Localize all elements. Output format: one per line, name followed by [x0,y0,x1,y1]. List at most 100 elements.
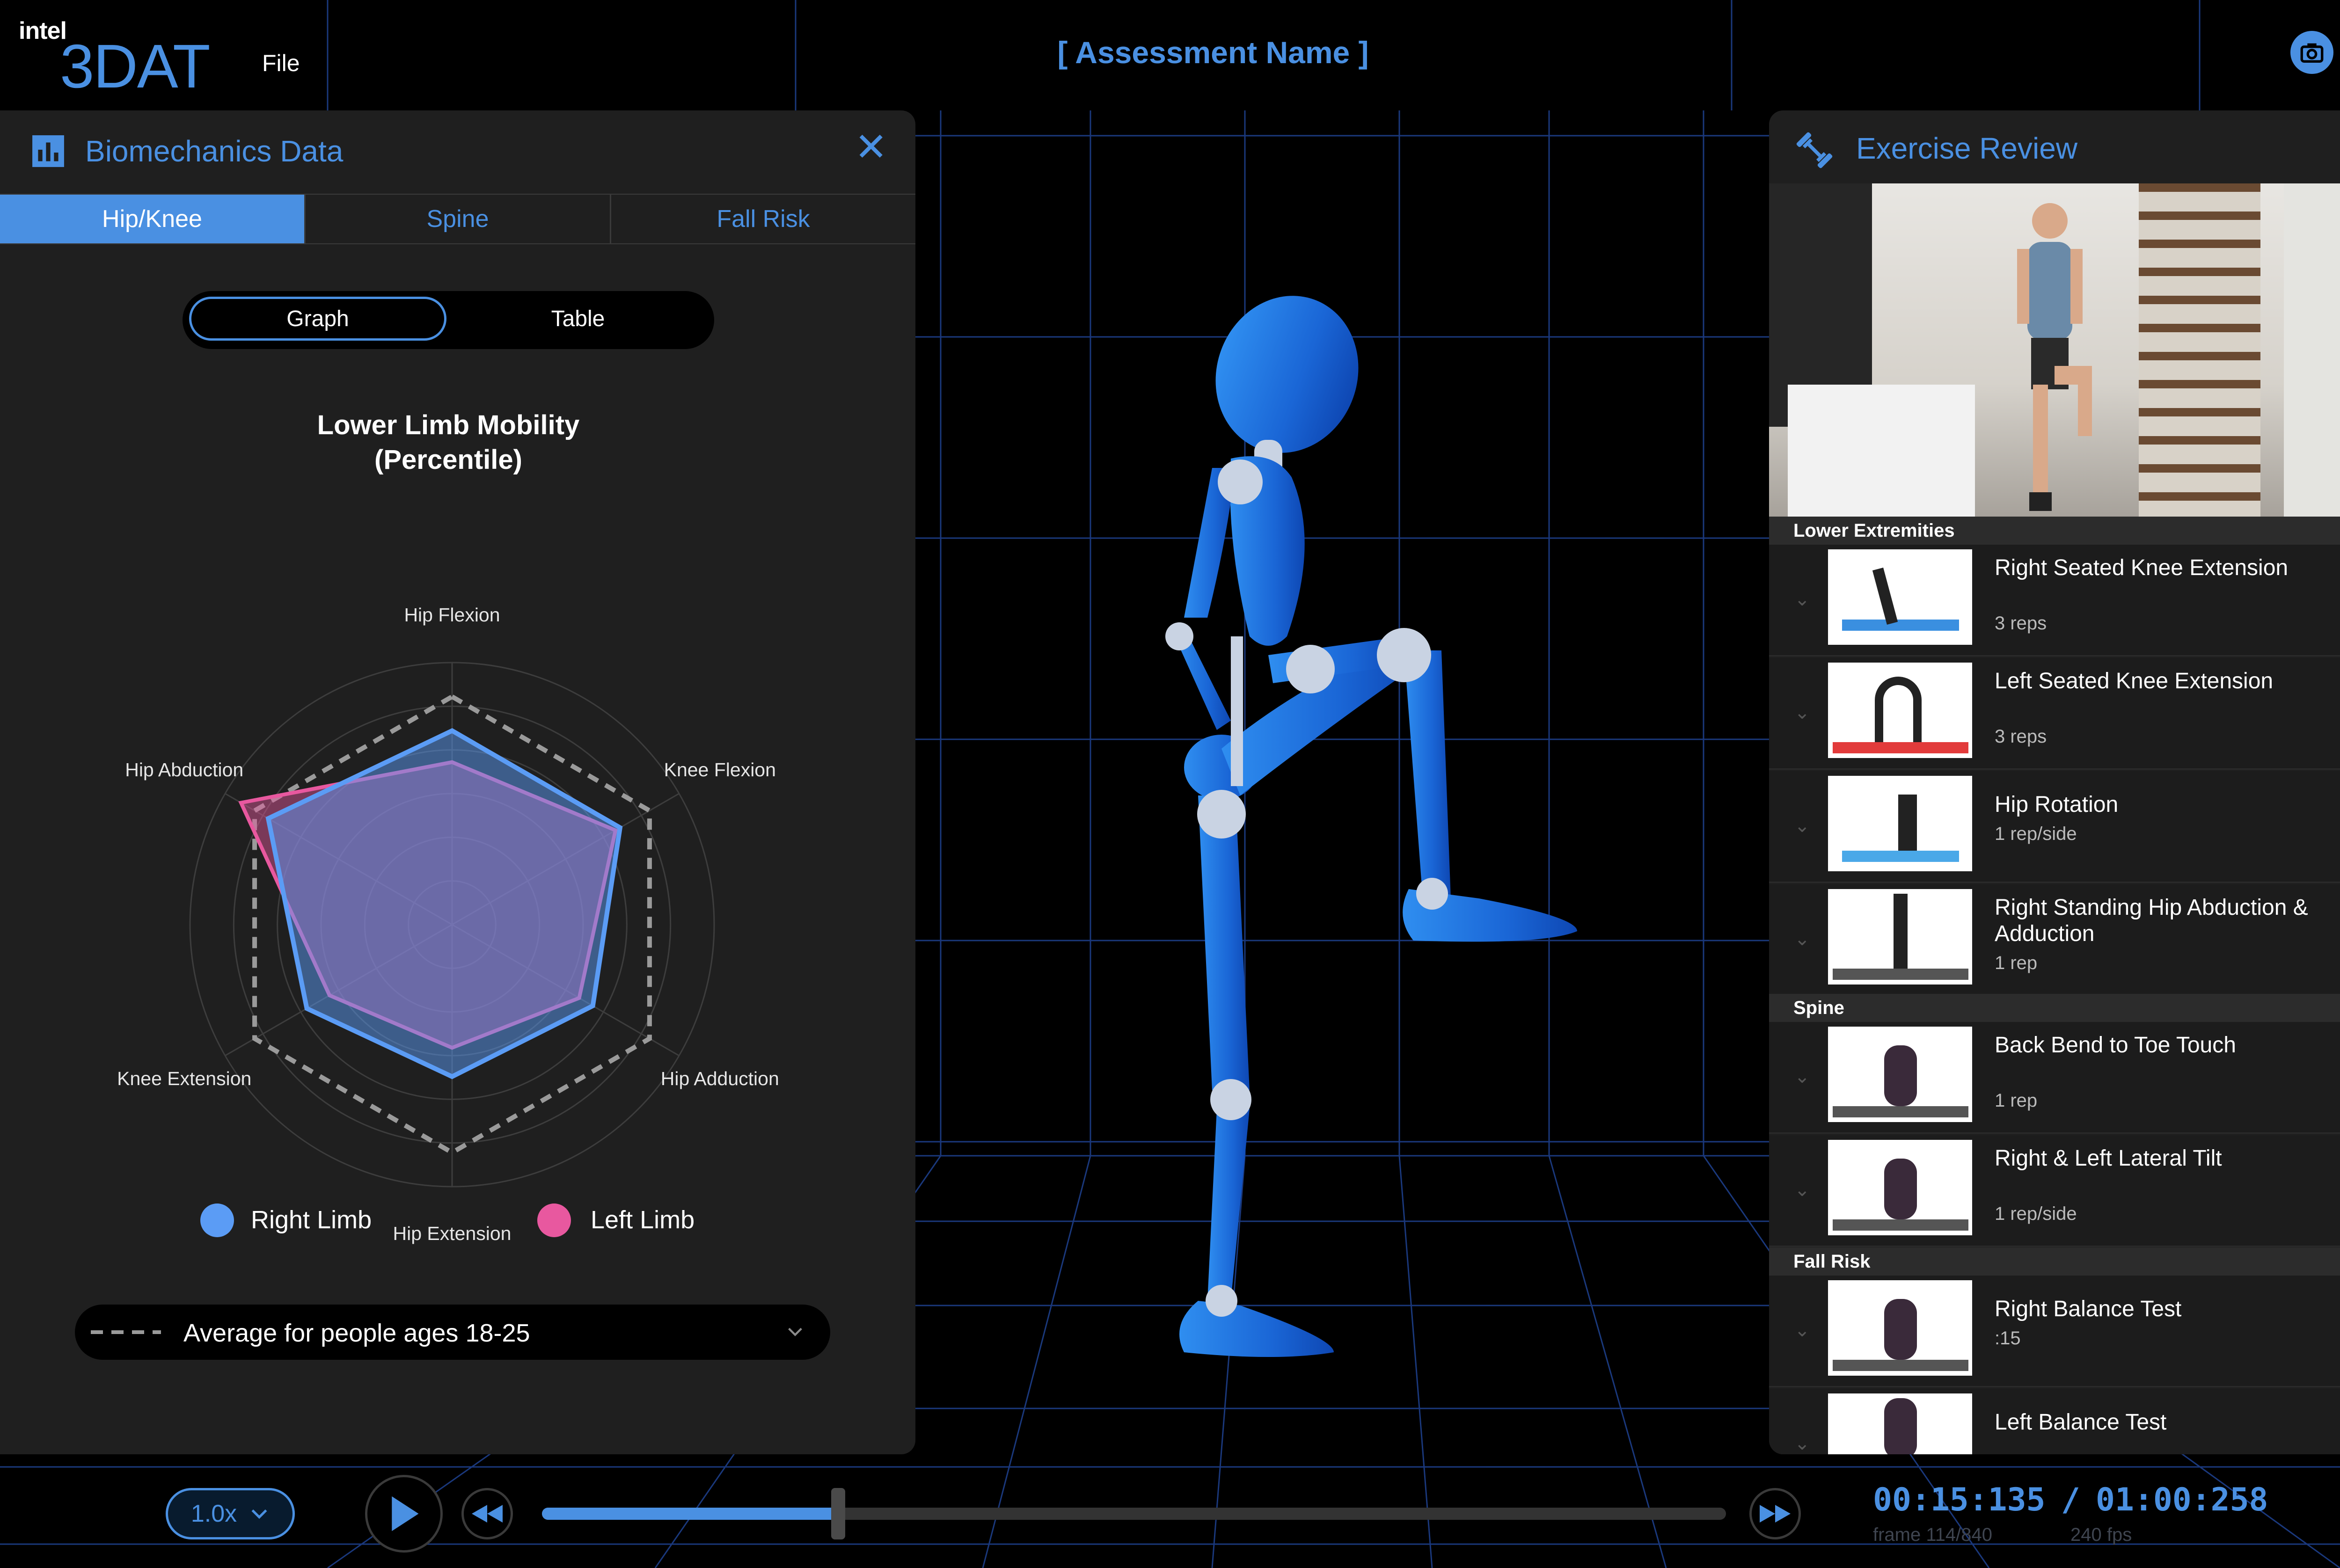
chevron-down-icon[interactable]: ⌄ [1794,1433,1810,1454]
exercise-figure [1872,567,1898,625]
assessment-name-title[interactable]: [ Assessment Name ] [0,35,2340,70]
radar-axis-label: Hip Extension [393,1222,512,1244]
fast-forward-icon [1760,1505,1791,1523]
exercise-name: Left Balance Test [1995,1410,2167,1435]
rewind-icon [472,1505,503,1523]
list-item[interactable]: ⌄ Right & Left Lateral Tilt 1 rep/side [1769,1135,2340,1247]
exercise-name: Right Standing Hip Abduction & Adduction [1995,895,2308,946]
exercise-detail: 1 rep/side [1995,824,2077,844]
frame-info: frame 114/840 [1873,1524,1992,1545]
chart-title-line1: Lower Limb Mobility [317,410,580,440]
chart-title-line2: (Percentile) [374,445,522,475]
exercise-detail: 1 rep [1995,953,2038,973]
fast-forward-button[interactable] [1749,1488,1801,1539]
exercise-mat [1833,742,1968,753]
exercise-figure [1894,894,1908,969]
exercise-name: Right Seated Knee Extension [1995,555,2289,580]
exercise-detail: 3 reps [1995,613,2047,634]
radar-axis-label: Hip Adduction [660,1068,779,1090]
chevron-down-icon [788,1327,802,1336]
exercise-detail: 3 reps [1995,726,2047,747]
exercise-thumbnail [1828,889,1972,985]
camera-button[interactable] [2290,31,2333,74]
exercise-detail: 1 rep [1995,1090,2038,1111]
exercise-name: Right & Left Lateral Tilt [1995,1146,2222,1171]
list-item[interactable]: ⌄ Hip Rotation 1 rep/side [1769,771,2340,883]
exercise-name: Right Balance Test [1995,1297,2182,1321]
timeline-scrubber-handle[interactable] [831,1488,845,1539]
playback-speed-button[interactable]: 1.0x [166,1488,295,1539]
list-item[interactable]: ⌄ Left Balance Test [1769,1389,2340,1454]
exercise-name: Back Bend to Toe Touch [1995,1033,2236,1057]
list-item[interactable]: ⌄ Back Bend to Toe Touch 1 rep [1769,1022,2340,1134]
close-biomechanics-button[interactable]: ✕ [855,127,887,167]
section-header-lower-extremities: Lower Extremities [1769,517,2340,545]
legend-right-limb-swatch [200,1203,234,1237]
exercise-thumbnail [1828,1140,1972,1235]
list-item[interactable]: ⌄ Right Seated Knee Extension 3 reps [1769,545,2340,656]
legend-right-limb-label: Right Limb [251,1206,372,1234]
exercise-thumbnail [1828,1393,1972,1454]
legend-left-limb-label: Left Limb [591,1206,695,1234]
list-item[interactable]: ⌄ Left Seated Knee Extension 3 reps [1769,658,2340,770]
exercise-video-preview[interactable] [1769,183,2340,517]
exercise-thumbnail [1828,776,1972,871]
exercise-detail: 1 rep/side [1995,1203,2077,1224]
chevron-down-icon[interactable]: ⌄ [1794,1320,1810,1341]
3d-skeleton-figure [1165,296,1577,1357]
legend-left-limb-swatch [537,1203,571,1237]
comparison-dropdown[interactable]: Average for people ages 18-25 [75,1305,830,1360]
exercise-mat [1833,969,1968,980]
play-button[interactable] [365,1475,443,1553]
bar-chart-icon [32,135,64,167]
room-right-wall [2284,183,2340,517]
exercise-mat [1833,1106,1968,1117]
list-item[interactable]: ⌄ Right Balance Test :15 [1769,1276,2340,1387]
time-separator: / [2061,1481,2080,1518]
camera-icon [2300,43,2324,63]
total-time: 01:00:258 [2096,1481,2268,1518]
exercise-figure [1898,795,1917,851]
tab-hip-knee[interactable]: Hip/Knee [0,195,306,243]
exercise-figure [1884,1299,1917,1360]
tab-spine[interactable]: Spine [306,195,611,243]
section-header-spine: Spine [1769,994,2340,1022]
radar-axis-labels: Hip Flexion Knee Flexion Hip Adduction Hip … [0,475,915,1271]
exercise-detail: :15 [1995,1328,2021,1349]
fps-info: 240 fps [2070,1524,2132,1545]
exercise-name: Left Seated Knee Extension [1995,669,2274,693]
radar-axis-label: Knee Extension [117,1068,252,1090]
timeline-track[interactable] [542,1488,1726,1539]
tab-fall-risk[interactable]: Fall Risk [611,195,915,243]
exercise-mat [1833,1219,1968,1231]
timeline-progress [542,1508,838,1520]
playback-speed-value: 1.0x [190,1500,237,1527]
chevron-down-icon[interactable]: ⌄ [1794,702,1810,723]
exercise-thumbnail [1828,1280,1972,1376]
radar-axis-label: Hip Flexion [404,604,500,626]
exercise-thumbnail [1828,1027,1972,1122]
list-item[interactable]: ⌄ Right Standing Hip Abduction & Adducti… [1769,884,2340,996]
comparison-label: Average for people ages 18-25 [183,1319,530,1347]
play-icon [392,1496,419,1532]
chevron-down-icon[interactable]: ⌄ [1794,928,1810,950]
chevron-down-icon[interactable]: ⌄ [1794,815,1810,837]
exercise-review-panel: Exercise Review ✕ Lower Extremities ⌄ [1769,110,2340,1454]
graph-toggle-button[interactable]: Graph [189,297,446,341]
dashed-line-icon [91,1330,161,1334]
dumbbell-icon [1796,132,1833,168]
table-toggle-button[interactable]: Table [449,297,707,341]
chevron-down-icon[interactable]: ⌄ [1794,1179,1810,1201]
white-cabinet [1788,385,1975,517]
wall-bars [2139,183,2260,517]
exercise-figure [1884,1045,1917,1106]
chevron-down-icon[interactable]: ⌄ [1794,1066,1810,1087]
section-header-fall-risk: Fall Risk [1769,1247,2340,1276]
exercise-name: Hip Rotation [1995,792,2119,817]
view-toggle: Graph Table [183,291,714,349]
rewind-button[interactable] [461,1488,513,1539]
exercise-figure [1884,1159,1917,1219]
exercise-list: Lower Extremities ⌄ Right Seated Knee Ex… [1769,517,2340,1454]
category-tabs: Hip/Knee Spine Fall Risk [0,194,915,244]
chevron-down-icon[interactable]: ⌄ [1794,589,1810,610]
